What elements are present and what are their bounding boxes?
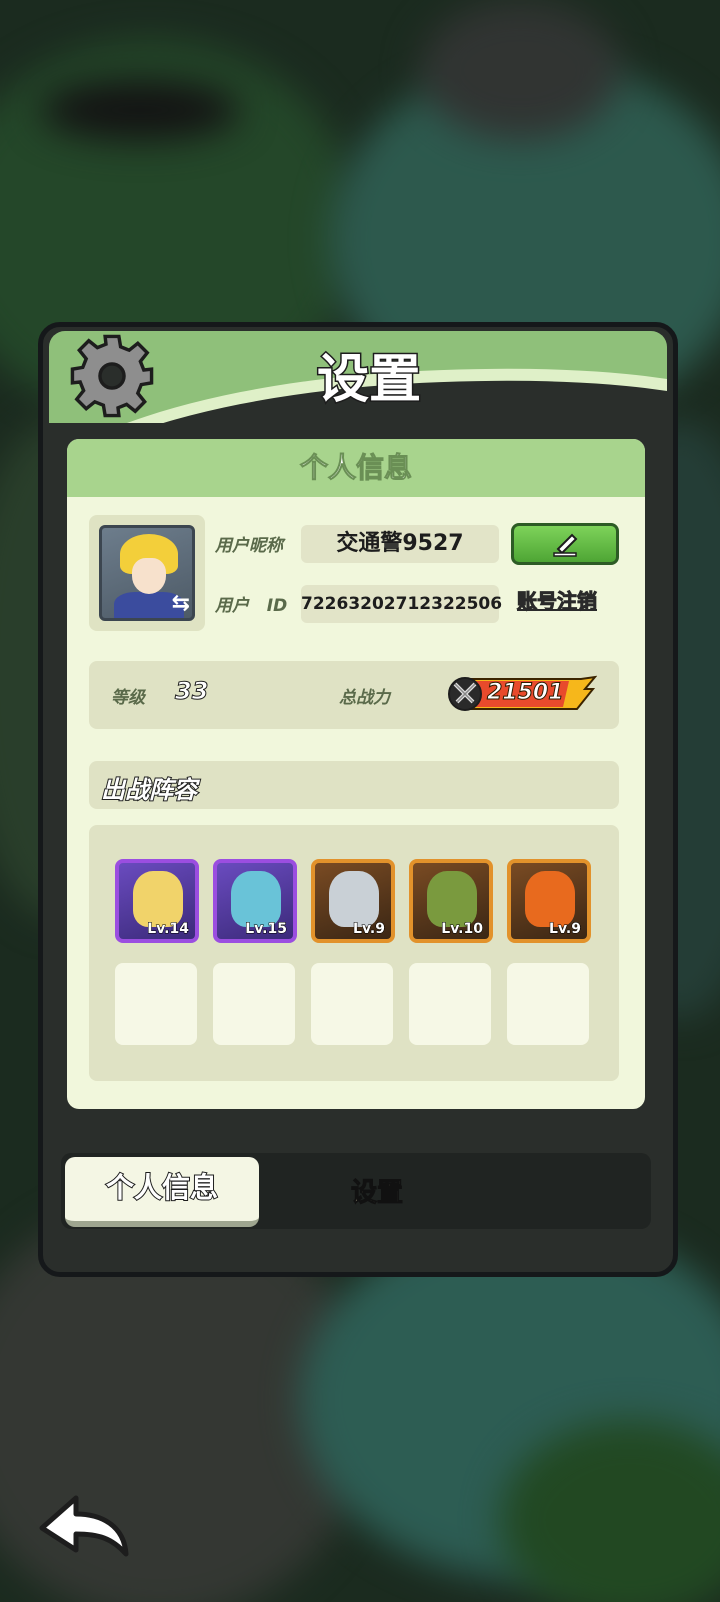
- nickname-value: 交通警9527: [301, 525, 499, 563]
- power-value: 21501: [487, 680, 565, 706]
- edit-nickname-button[interactable]: [511, 523, 619, 565]
- hero-card[interactable]: Lv.9: [507, 859, 591, 943]
- empty-hero-slot[interactable]: [507, 963, 589, 1045]
- hero-card[interactable]: Lv.10: [409, 859, 493, 943]
- level-label: 等级: [111, 688, 145, 708]
- hero-level: Lv.9: [353, 921, 386, 938]
- id-label: 用户 ID: [215, 596, 288, 616]
- nickname-label: 用户昵称: [215, 536, 283, 556]
- profile-row: ⇆ 用户昵称 交通警9527 用户 ID 72263202712322506 账…: [89, 515, 619, 631]
- hero-card[interactable]: Lv.15: [213, 859, 297, 943]
- swap-arrows-icon: ⇆: [171, 591, 190, 616]
- avatar-frame[interactable]: ⇆: [89, 515, 205, 631]
- hero-card[interactable]: Lv.14: [115, 859, 199, 943]
- hero-portrait: [133, 871, 183, 927]
- hero-level: Lv.9: [549, 921, 582, 938]
- hero-level: Lv.10: [441, 921, 484, 938]
- empty-hero-slot[interactable]: [213, 963, 295, 1045]
- lineup-grid: Lv.14 Lv.15 Lv.9 Lv.10 Lv.9: [89, 825, 619, 1081]
- pencil-icon: [553, 533, 578, 557]
- power-label: 总战力: [339, 688, 390, 708]
- hero-portrait: [231, 871, 281, 927]
- empty-hero-slot[interactable]: [409, 963, 491, 1045]
- empty-hero-slot[interactable]: [311, 963, 393, 1045]
- panel-header: 设置: [49, 331, 667, 423]
- crossed-swords-icon: [453, 682, 477, 704]
- power-badge: 21501: [447, 675, 597, 713]
- account-cancel-link[interactable]: 账号注销: [517, 585, 598, 614]
- avatar[interactable]: ⇆: [99, 525, 195, 621]
- lineup-title: 出战阵容: [100, 775, 198, 805]
- tab-bar: 个人信息 设置: [61, 1153, 651, 1229]
- settings-panel: 设置 个人信息 ⇆ 用户昵称 交通警9527 用户 ID 72263202712…: [38, 322, 678, 1277]
- user-id-value: 72263202712322506: [301, 585, 502, 623]
- hero-portrait: [329, 871, 379, 927]
- hero-portrait: [427, 871, 477, 927]
- tab-personal-info[interactable]: 个人信息: [65, 1157, 259, 1227]
- lineup-header: 出战阵容: [89, 761, 619, 809]
- hero-level: Lv.15: [245, 921, 288, 938]
- gear-icon: [70, 334, 154, 418]
- hero-portrait: [525, 871, 575, 927]
- level-row: 等级 33 总战力 21501: [89, 661, 619, 729]
- hero-level: Lv.14: [147, 921, 190, 938]
- hero-card[interactable]: Lv.9: [311, 859, 395, 943]
- personal-info-card: 个人信息 ⇆ 用户昵称 交通警9527 用户 ID 72263202712322…: [67, 439, 645, 1109]
- back-arrow-icon[interactable]: [36, 1490, 132, 1560]
- panel-title: 设置: [315, 349, 422, 412]
- section-title: 个人信息: [67, 439, 645, 497]
- level-value: 33: [174, 677, 209, 706]
- tab-settings[interactable]: 设置: [317, 1165, 437, 1221]
- empty-hero-slot[interactable]: [115, 963, 197, 1045]
